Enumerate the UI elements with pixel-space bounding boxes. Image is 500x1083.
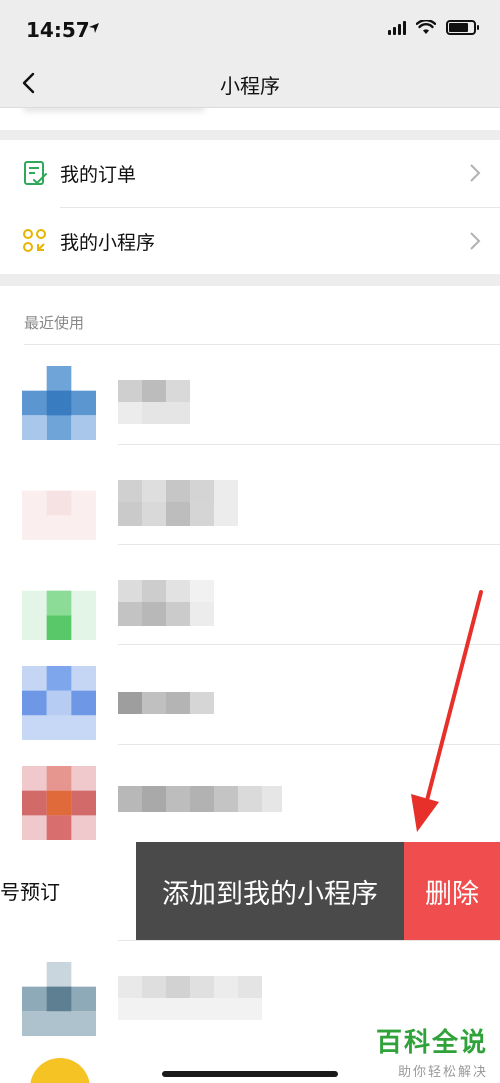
page-title: 小程序 [220, 74, 280, 98]
divider [118, 444, 500, 445]
watermark: 百科全说 助你轻松解决 [376, 1022, 488, 1080]
blurred-app-name [118, 380, 190, 424]
section-title-recent: 最近使用 [24, 314, 85, 332]
nav-bar: 小程序 [0, 58, 500, 108]
menu-item-label: 我的订单 [60, 164, 137, 186]
divider [118, 744, 500, 745]
battery-icon [446, 20, 479, 35]
swiped-row-title-fragment: 号预订 [0, 880, 60, 904]
watermark-title: 百科全说 [375, 1028, 488, 1058]
swipe-action-bar: 添加到我的小程序 删除 [136, 842, 500, 940]
app-icon-pixelated [22, 566, 96, 640]
recent-item[interactable] [0, 646, 500, 744]
chevron-right-icon [470, 164, 481, 182]
watermark-subtitle: 助你轻松解决 [397, 1065, 488, 1080]
blurred-app-name [118, 786, 282, 812]
location-arrow-icon [89, 23, 99, 33]
mini-program-grid-icon [23, 229, 46, 252]
chevron-right-icon [470, 232, 481, 250]
divider [24, 344, 500, 345]
delete-button[interactable]: 删除 [404, 842, 500, 940]
status-bar: 14:57 [0, 0, 500, 58]
app-icon-pixelated [22, 962, 96, 1036]
divider [118, 544, 500, 545]
status-time: 14:57 [26, 18, 90, 42]
wifi-icon [416, 20, 436, 34]
recent-item[interactable] [0, 546, 500, 644]
status-icons [388, 20, 479, 35]
divider [118, 644, 500, 645]
partial-row [0, 108, 500, 130]
recent-item[interactable] [0, 446, 500, 544]
order-list-icon [24, 161, 47, 185]
app-icon-pixelated [22, 366, 96, 440]
blurred-app-name [118, 580, 214, 626]
recent-item[interactable] [0, 346, 500, 444]
menu-item-my-orders[interactable]: 我的订单 [0, 140, 500, 206]
blurred-app-name [118, 480, 238, 526]
menu-item-my-mini-programs[interactable]: 我的小程序 [0, 208, 500, 274]
blurred-app-name [118, 692, 214, 714]
app-icon-pixelated [22, 466, 96, 540]
app-icon-pixelated [22, 766, 96, 840]
home-indicator[interactable] [162, 1071, 338, 1077]
app-icon-pixelated [22, 666, 96, 740]
section-gap [0, 274, 500, 286]
divider [118, 940, 500, 941]
recent-item[interactable] [0, 746, 500, 844]
app-icon-partial [30, 1058, 90, 1083]
blurred-app-name [118, 976, 262, 1020]
cell-signal-icon [388, 20, 406, 35]
menu-item-label: 我的小程序 [60, 232, 156, 254]
section-gap [0, 130, 500, 140]
add-to-my-mini-programs-button[interactable]: 添加到我的小程序 [136, 842, 404, 940]
blurred-content [24, 108, 204, 112]
